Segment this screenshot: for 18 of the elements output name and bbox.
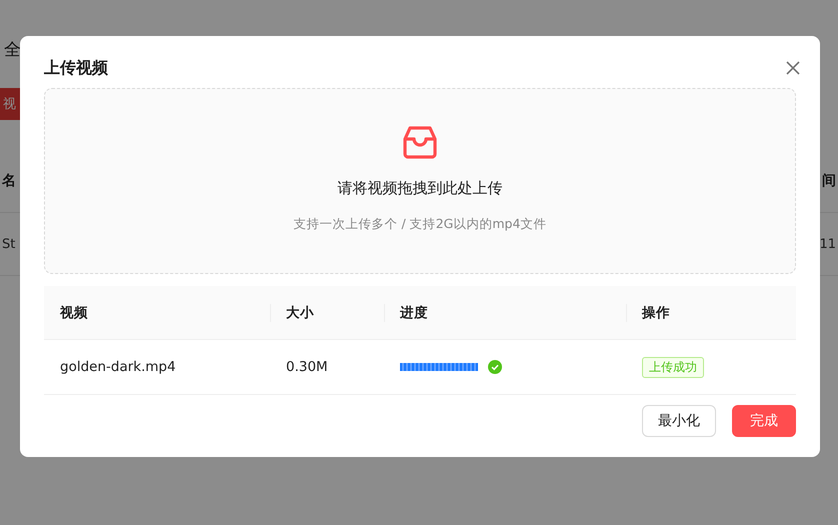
column-header: 大小 (270, 286, 384, 340)
drop-zone[interactable]: 请将视频拖拽到此处上传 支持一次上传多个 / 支持2G以内的mp4文件 (44, 88, 796, 274)
close-icon[interactable] (786, 61, 800, 75)
page-label: 全 (4, 40, 21, 60)
file-name: golden-dark.mp4 (44, 340, 270, 394)
minimize-button[interactable]: 最小化 (642, 405, 716, 437)
table-cell: St (2, 236, 16, 252)
table-cell: 11 (819, 236, 836, 252)
drop-title: 请将视频拖拽到此处上传 (338, 179, 502, 198)
column-header: 操作 (626, 286, 796, 340)
column-header: 间 (822, 172, 836, 190)
dialog-title: 上传视频 (44, 58, 108, 78)
drop-hint: 支持一次上传多个 / 支持2G以内的mp4文件 (294, 216, 546, 233)
status-tag: 上传成功 (642, 356, 704, 378)
column-header: 名 (2, 172, 16, 190)
column-header: 进度 (384, 286, 626, 340)
column-header: 视频 (44, 286, 270, 340)
file-size: 0.30M (270, 340, 384, 394)
